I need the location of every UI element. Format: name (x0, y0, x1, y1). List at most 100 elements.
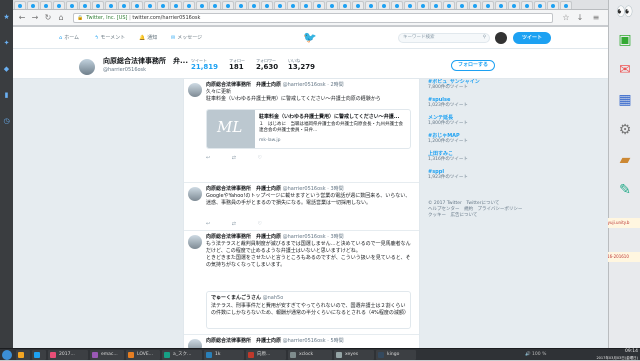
browser-tab[interactable] (53, 1, 65, 9)
taskbar-button[interactable]: a_スク... (162, 350, 202, 360)
browser-tab[interactable] (235, 1, 247, 9)
browser-tab[interactable] (261, 1, 273, 9)
tweet-author[interactable]: 向原総合法律事務所 弁護士向原 (206, 82, 281, 88)
stat-followers[interactable]: フォロワー 2,630 (256, 58, 278, 72)
back-icon[interactable]: ← (17, 13, 27, 23)
stat-tweets[interactable]: ツイート 21,819 (191, 58, 218, 72)
taskbar-button[interactable]: 1k (204, 350, 244, 360)
taskbar-button[interactable]: xclock (288, 350, 332, 360)
browser-tab[interactable] (378, 1, 390, 9)
browser-tab[interactable] (170, 1, 182, 9)
taskbar-button[interactable]: 2017... (48, 350, 88, 360)
nav-messages[interactable]: ✉ メッセージ (171, 34, 202, 42)
taskbar-button[interactable]: xeyes (334, 350, 374, 360)
browser-tab[interactable] (560, 1, 572, 9)
browser-tab[interactable] (92, 1, 104, 9)
browser-tab[interactable] (66, 1, 78, 9)
taskbar-button[interactable]: LOVE... (126, 350, 160, 360)
mail-icon[interactable]: ✉ (615, 60, 635, 80)
browser-tab[interactable] (14, 1, 26, 9)
profile-name[interactable]: 向原総合法律事務所 弁... (103, 57, 188, 65)
browser-tab[interactable] (118, 1, 130, 9)
tweet-avatar[interactable] (188, 339, 202, 348)
tweet-avatar[interactable] (188, 83, 202, 97)
folder-icon[interactable]: ▰ (615, 150, 635, 170)
browser-tab[interactable] (287, 1, 299, 9)
browser-tab[interactable] (300, 1, 312, 9)
search-input[interactable]: キーワード検索 ⚲ (398, 33, 490, 43)
tweet[interactable]: 向原総合法律事務所 弁護士向原 @harrier0516osk · 3時間 もう… (184, 231, 419, 335)
trend-item[interactable]: メンテ延長 1,800件のツイート (428, 115, 553, 127)
browser-tab[interactable] (430, 1, 442, 9)
volume-icon[interactable]: 🔊 (525, 352, 531, 357)
address-bar[interactable]: 🔒 Twitter, Inc. [US] | twitter.com/harrie… (73, 13, 553, 23)
trend-item[interactable]: #おじゃMAP 1,200件のツイート (428, 133, 553, 145)
tweet[interactable]: 向原総合法律事務所 弁護士向原 @harrier0516osk · 3時間 Go… (184, 183, 419, 231)
xeyes-icon[interactable]: 👀 (615, 2, 635, 22)
search-icon[interactable]: ⚲ (483, 34, 486, 42)
settings-icon[interactable]: ⚙ (615, 120, 635, 140)
browser-tab[interactable] (40, 1, 52, 9)
browser-tab[interactable] (508, 1, 520, 9)
twitter-bird-icon[interactable]: 🐦 (303, 32, 317, 43)
bookmark-star-icon[interactable]: ☆ (561, 13, 571, 23)
download-icon[interactable]: ↓ (575, 13, 585, 23)
tweet-actions[interactable]: ↩ ⇄ ♡ (206, 155, 262, 161)
star-icon[interactable]: ★ (3, 14, 10, 21)
browser-tab[interactable] (495, 1, 507, 9)
browser-tab[interactable] (534, 1, 546, 9)
browser-tab[interactable] (274, 1, 286, 9)
clock[interactable]: 09:14 2017年03月03日(金曜日) (590, 349, 638, 361)
browser-tab[interactable] (391, 1, 403, 9)
browser-tab[interactable] (547, 1, 559, 9)
browser-tab[interactable] (352, 1, 364, 9)
browser-tab[interactable] (313, 1, 325, 9)
trend-item[interactable]: #ポピュ_サンシャイン 7,800件のツイート (428, 79, 553, 91)
editor-icon[interactable]: ✎ (615, 180, 635, 200)
tweet-author[interactable]: 向原総合法律事務所 弁護士向原 (206, 234, 281, 240)
trend-item[interactable]: #spulse 1,023件のツイート (428, 97, 553, 109)
nav-home[interactable]: ⌂ ホーム (59, 34, 79, 42)
tweet[interactable]: 向原総合法律事務所 弁護士向原 @harrier0516osk · 5時間 (184, 335, 419, 348)
browser-tab[interactable] (521, 1, 533, 9)
browser-tab[interactable] (469, 1, 481, 9)
browser-tab[interactable] (326, 1, 338, 9)
nav-notifications[interactable]: 🔔 通知 (139, 34, 157, 42)
browser-tab[interactable] (183, 1, 195, 9)
stat-following[interactable]: フォロー 181 (229, 58, 245, 72)
browser-tab[interactable] (482, 1, 494, 9)
pin-icon[interactable]: ◆ (3, 66, 10, 73)
home-icon[interactable]: ⌂ (56, 13, 66, 23)
browser-tab[interactable] (27, 1, 39, 9)
start-menu-icon[interactable] (2, 350, 12, 360)
browser-tab[interactable] (365, 1, 377, 9)
menu-icon[interactable]: ≡ (591, 13, 601, 23)
browser-tab[interactable] (131, 1, 143, 9)
trend-item[interactable]: #sppl 1,923件のツイート (428, 169, 553, 181)
browser-tab[interactable] (456, 1, 468, 9)
taskbar-button[interactable]: emac... (90, 350, 124, 360)
quoted-tweet[interactable]: でゅーくまんごうさん @nah5o 法テラス、刑事事件だと費用が安すぎてやってら… (206, 291, 411, 329)
tweet-author[interactable]: 向原総合法律事務所 弁護士向原 (206, 338, 281, 344)
taskbar-button[interactable]: 向原... (246, 350, 286, 360)
tweet[interactable]: 向原総合法律事務所 弁護士向原 @harrier0516osk · 2時間 久々… (184, 79, 419, 183)
tweet-avatar[interactable] (188, 235, 202, 249)
stat-likes[interactable]: いいね 13,279 (288, 58, 315, 72)
browser-tab[interactable] (196, 1, 208, 9)
bookmark-icon[interactable]: ▮ (3, 92, 10, 99)
calendar-icon[interactable]: ▦ (615, 90, 635, 110)
user-avatar[interactable] (495, 32, 507, 44)
browser-tab[interactable] (209, 1, 221, 9)
tweet-avatar[interactable] (188, 187, 202, 201)
taskbar-button[interactable]: kingo (376, 350, 416, 360)
terminal-icon[interactable]: ▣ (615, 30, 635, 50)
browser-tab[interactable] (339, 1, 351, 9)
bird-icon[interactable]: ✦ (3, 40, 10, 47)
tweet-author[interactable]: 向原総合法律事務所 弁護士向原 (206, 186, 281, 192)
tweet-actions[interactable]: ↩ ⇄ ♡ (206, 221, 262, 227)
follow-button[interactable]: フォローする (451, 60, 495, 71)
taskbar-button[interactable] (32, 350, 46, 360)
browser-tab[interactable] (157, 1, 169, 9)
browser-tab[interactable] (417, 1, 429, 9)
browser-tab[interactable] (443, 1, 455, 9)
